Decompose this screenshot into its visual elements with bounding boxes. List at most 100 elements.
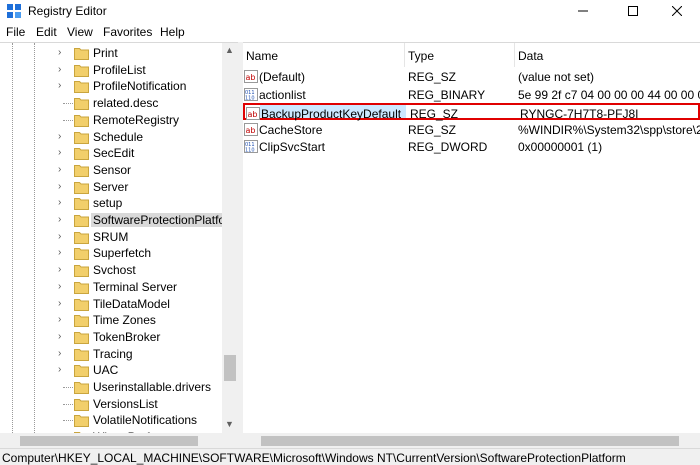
- tree-item-label: ProfileList: [93, 62, 146, 77]
- values-list-pane[interactable]: Name Type Data ab (Default) REG_SZ (value n…: [243, 42, 700, 448]
- maximize-icon: [628, 6, 638, 16]
- value-row[interactable]: 011 110 ClipSvcStart REG_DWORD 0x00000001 (1…: [243, 138, 700, 155]
- tree-item[interactable]: › Time Zones: [0, 312, 222, 328]
- value-name: (Default): [259, 70, 306, 84]
- tree-item[interactable]: › SRUM: [0, 229, 222, 245]
- menu-view[interactable]: View: [67, 25, 93, 39]
- tree-connector: [63, 420, 73, 422]
- close-button[interactable]: [654, 0, 700, 22]
- chevron-right-icon[interactable]: ›: [58, 214, 68, 226]
- menu-help[interactable]: Help: [160, 25, 185, 39]
- value-row[interactable]: ab BackupProductKeyDefault REG_SZ RYNGC-7H7…: [243, 103, 700, 121]
- tree-item[interactable]: Userinstallable.drivers: [0, 379, 222, 395]
- folder-icon: [74, 181, 89, 194]
- chevron-right-icon[interactable]: ›: [58, 181, 68, 193]
- folder-icon: [74, 298, 89, 311]
- chevron-right-icon[interactable]: ›: [58, 348, 68, 360]
- folder-icon: [74, 398, 89, 411]
- tree-item[interactable]: related.desc: [0, 95, 222, 111]
- chevron-right-icon[interactable]: ›: [58, 298, 68, 310]
- scroll-up-icon[interactable]: ▲: [225, 45, 234, 55]
- menu-edit[interactable]: Edit: [36, 25, 57, 39]
- value-data: %WINDIR%\System32\spp\store\2.0: [518, 122, 700, 137]
- tree-item[interactable]: VersionsList: [0, 396, 222, 412]
- tree-item[interactable]: › Schedule: [0, 129, 222, 145]
- tree-item[interactable]: › Terminal Server: [0, 279, 222, 295]
- tree-item[interactable]: › Svchost: [0, 262, 222, 278]
- value-name: BackupProductKeyDefault: [261, 107, 402, 121]
- chevron-right-icon[interactable]: ›: [58, 281, 68, 293]
- tree-item[interactable]: › Print: [0, 45, 222, 61]
- tree-item-label: UAC: [93, 363, 119, 378]
- folder-icon: [74, 265, 89, 278]
- chevron-right-icon[interactable]: ›: [58, 47, 68, 59]
- tree-item[interactable]: RemoteRegistry: [0, 112, 222, 128]
- tree-item[interactable]: › ProfileNotification: [0, 78, 222, 94]
- title-bar: Registry Editor: [0, 0, 700, 22]
- values-horizontal-scrollbar[interactable]: [243, 433, 700, 448]
- tree-item[interactable]: VolatileNotifications: [0, 412, 222, 428]
- chevron-right-icon[interactable]: ›: [58, 64, 68, 76]
- tree-item-label: SoftwareProtectionPlatform: [91, 213, 238, 227]
- svg-text:ab: ab: [248, 110, 258, 119]
- value-data: 5e 99 2f c7 04 00 00 00 44 00 00 00 b8: [518, 87, 700, 102]
- maximize-button[interactable]: [610, 0, 656, 22]
- menu-favorites[interactable]: Favorites: [103, 25, 152, 39]
- svg-text:110: 110: [245, 148, 255, 154]
- tree-item-label: TileDataModel: [93, 296, 170, 311]
- tree-item[interactable]: › SecEdit: [0, 145, 222, 161]
- tree-item[interactable]: › Superfetch: [0, 245, 222, 261]
- value-row[interactable]: ab CacheStore REG_SZ %WINDIR%\System32\spp\…: [243, 121, 700, 138]
- tree-item[interactable]: › UAC: [0, 362, 222, 378]
- tree-item[interactable]: › setup: [0, 195, 222, 211]
- tree-item-label: SRUM: [93, 229, 129, 244]
- folder-icon: [74, 48, 89, 60]
- chevron-right-icon[interactable]: ›: [58, 147, 68, 159]
- key-tree-pane[interactable]: › Print › ProfileList › ProfileNotification re…: [0, 42, 238, 448]
- value-row[interactable]: ab (Default) REG_SZ (value not set): [243, 68, 700, 85]
- chevron-right-icon[interactable]: ›: [58, 197, 68, 209]
- scroll-down-icon[interactable]: ▼: [225, 419, 234, 429]
- values-hscroll-thumb[interactable]: [261, 436, 679, 446]
- folder-icon: [74, 331, 89, 344]
- folder-icon: [74, 131, 89, 144]
- tree-item[interactable]: › Tracing: [0, 346, 222, 362]
- column-header-name[interactable]: Name: [243, 43, 405, 67]
- value-type: REG_SZ: [410, 107, 459, 121]
- folder-icon: [74, 98, 89, 111]
- window-title: Registry Editor: [28, 4, 107, 18]
- folder-icon: [74, 382, 89, 394]
- tree-connector: [63, 387, 73, 388]
- column-header-type[interactable]: Type: [405, 43, 515, 67]
- tree-connector: [63, 119, 73, 121]
- menu-file[interactable]: File: [6, 25, 25, 39]
- chevron-right-icon[interactable]: ›: [58, 80, 68, 92]
- chevron-right-icon[interactable]: ›: [58, 131, 68, 143]
- tree-item[interactable]: › Sensor: [0, 162, 222, 178]
- minimize-button[interactable]: [560, 0, 606, 22]
- folder-icon: [74, 164, 89, 177]
- tree-vertical-scrollbar[interactable]: ▲ ▼: [222, 43, 238, 433]
- tree-item[interactable]: › TileDataModel: [0, 296, 222, 312]
- binary-value-icon: 011110: [244, 140, 258, 153]
- tree-scroll-thumb[interactable]: [224, 355, 236, 381]
- chevron-right-icon[interactable]: ›: [58, 247, 68, 259]
- chevron-right-icon[interactable]: ›: [58, 331, 68, 343]
- folder-icon: [74, 81, 89, 94]
- tree-hscroll-thumb[interactable]: [20, 436, 198, 446]
- column-header-data[interactable]: Data: [515, 43, 700, 67]
- chevron-right-icon[interactable]: ›: [58, 314, 68, 326]
- string-value-icon: ab: [244, 70, 258, 83]
- menu-bar: File Edit View Favorites Help: [0, 22, 700, 42]
- tree-item[interactable]: › TokenBroker: [0, 329, 222, 345]
- value-row[interactable]: 011 110 actionlist REG_BINARY 5e 99 2f c7 04…: [243, 86, 700, 103]
- chevron-right-icon[interactable]: ›: [58, 364, 68, 376]
- chevron-right-icon[interactable]: ›: [58, 164, 68, 176]
- tree-item[interactable]: › ProfileList: [0, 62, 222, 78]
- tree-item[interactable]: › SoftwareProtectionPlatform: [0, 212, 238, 228]
- value-data: RYNGC-7H7T8-PFJ8I: [520, 107, 639, 121]
- tree-item[interactable]: › Server: [0, 179, 222, 195]
- chevron-right-icon[interactable]: ›: [58, 264, 68, 276]
- tree-horizontal-scrollbar[interactable]: [0, 433, 238, 448]
- chevron-right-icon[interactable]: ›: [58, 231, 68, 243]
